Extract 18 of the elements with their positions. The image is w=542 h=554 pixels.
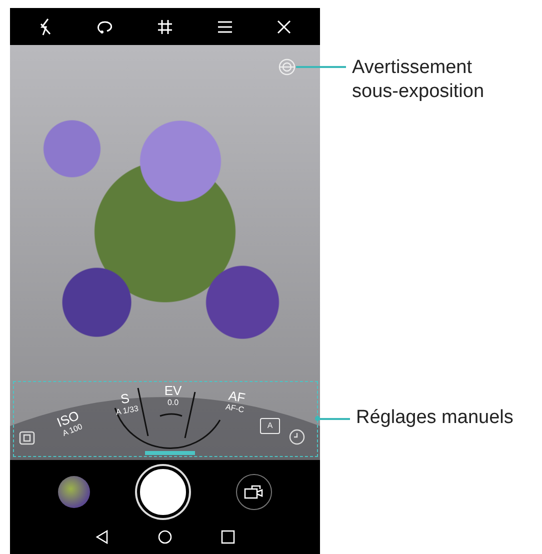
callout-label: Réglages manuels <box>356 406 514 430</box>
back-icon[interactable] <box>94 530 109 544</box>
auto-mode-badge[interactable]: A <box>260 418 280 434</box>
switch-camera-button[interactable] <box>236 474 272 510</box>
camera-switch-icon <box>244 484 264 500</box>
setting-name[interactable]: S <box>120 391 131 407</box>
home-icon[interactable] <box>158 530 172 544</box>
close-icon[interactable] <box>275 18 294 36</box>
callout-label: Avertissement sous-exposition <box>352 56 486 104</box>
shutter-button[interactable] <box>136 466 189 518</box>
grid-icon[interactable] <box>156 18 174 36</box>
recents-icon[interactable] <box>221 530 236 544</box>
gallery-thumbnail[interactable] <box>58 476 90 508</box>
setting-name[interactable]: EV <box>164 384 182 398</box>
mode-icon[interactable] <box>19 431 35 445</box>
setting-value: 0.0 <box>167 398 179 408</box>
clock-icon[interactable] <box>289 429 305 445</box>
setting-value: A 1/33 <box>115 404 140 418</box>
